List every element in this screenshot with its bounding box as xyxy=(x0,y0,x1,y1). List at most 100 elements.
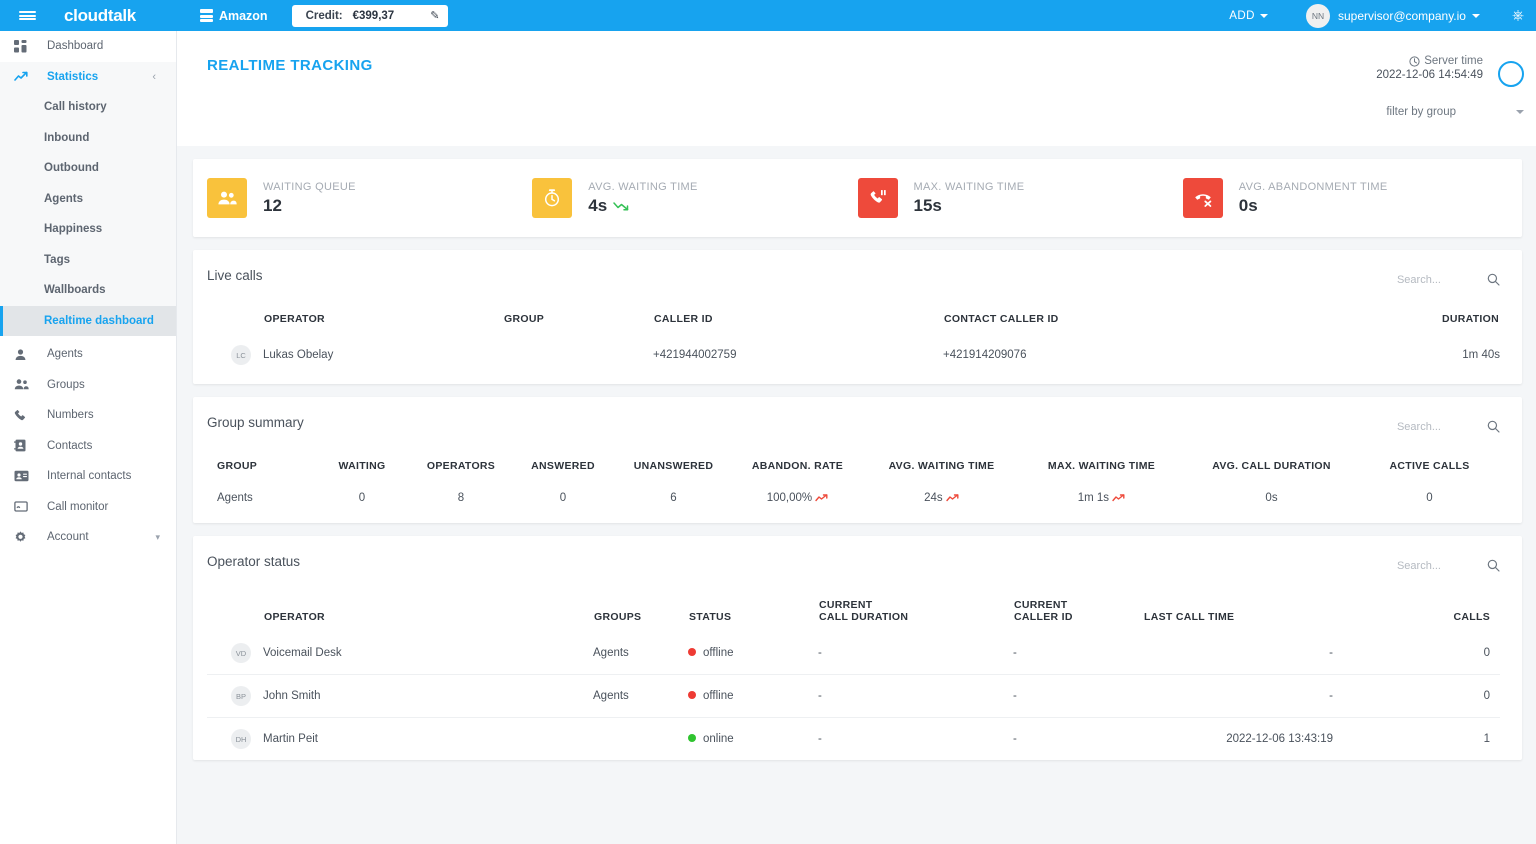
pencil-icon[interactable]: ✎ xyxy=(430,9,439,22)
sidebar: Dashboard Statistics ‹ Call history Inbo… xyxy=(0,31,177,844)
kpi-label: MAX. WAITING TIME xyxy=(914,181,1025,193)
table-row[interactable]: VD Voicemail Desk Agents offline - - - 0 xyxy=(207,632,1500,675)
column-header-waiting: WAITING xyxy=(312,459,412,481)
brand-logo[interactable]: cloudtalk xyxy=(64,6,136,26)
group-summary-header: Group summary Search... xyxy=(193,397,1522,433)
cell-current-caller-id: - xyxy=(1013,632,1143,675)
sidebar-item-outbound[interactable]: Outbound xyxy=(0,153,176,184)
search-input[interactable]: Search... xyxy=(1397,274,1441,286)
sidebar-item-internal-contacts[interactable]: Internal contacts xyxy=(0,461,176,492)
table-header-row: OPERATOR GROUP CALLER ID CONTACT CALLER … xyxy=(207,312,1500,334)
kpi-avg-abandonment-time: AVG. ABANDONMENT TIME 0s xyxy=(1183,178,1508,218)
search-input[interactable]: Search... xyxy=(1397,421,1441,433)
live-calls-card: Live calls Search... OPERATOR GROUP CA xyxy=(193,250,1522,384)
cell-current-call-duration: - xyxy=(818,718,1013,761)
person-icon xyxy=(14,348,34,361)
sidebar-item-realtime-dashboard[interactable]: Realtime dashboard xyxy=(0,306,176,337)
search-input[interactable]: Search... xyxy=(1397,560,1441,572)
avatar-cell: VD xyxy=(207,632,263,675)
sidebar-item-account[interactable]: Account ▾ xyxy=(0,522,176,553)
sidebar-item-call-monitor[interactable]: Call monitor xyxy=(0,492,176,523)
status-badge: offline xyxy=(703,647,733,659)
sidebar-item-label: Internal contacts xyxy=(47,470,131,482)
avatar: DH xyxy=(231,729,251,749)
avatar-cell: LC xyxy=(207,334,263,376)
kpi-avg-waiting-time: AVG. WAITING TIME 4s xyxy=(532,178,857,218)
trend-up-icon xyxy=(815,492,828,504)
statistics-submenu: Call history Inbound Outbound Agents Hap… xyxy=(0,92,176,336)
sidebar-item-dashboard[interactable]: Dashboard xyxy=(0,31,176,62)
cell-last-call-time: 2022-12-06 13:43:19 xyxy=(1143,718,1403,761)
people-icon xyxy=(207,178,247,218)
sidebar-item-groups[interactable]: Groups xyxy=(0,370,176,401)
column-header-answered: ANSWERED xyxy=(510,459,616,481)
sidebar-item-inbound[interactable]: Inbound xyxy=(0,123,176,154)
operator-status-search[interactable]: Search... xyxy=(1397,554,1500,572)
sidebar-item-label: Account xyxy=(47,531,89,543)
sidebar-item-numbers[interactable]: Numbers xyxy=(0,400,176,431)
sidebar-item-statistics-agents[interactable]: Agents xyxy=(0,184,176,215)
sidebar-subitem-label: Outbound xyxy=(44,162,99,174)
user-email[interactable]: supervisor@company.io xyxy=(1338,9,1466,23)
table-row[interactable]: DH Martin Peit online - - 2022-12-06 13:… xyxy=(207,718,1500,761)
account-switcher[interactable]: Amazon xyxy=(200,9,268,23)
cell-groups: Agents xyxy=(593,675,688,718)
sidebar-subitem-label: Wallboards xyxy=(44,284,106,296)
kpi-label: WAITING QUEUE xyxy=(263,181,356,193)
kpi-value: 4s xyxy=(588,196,607,216)
credit-chip[interactable]: Credit: €399,37 ✎ xyxy=(292,5,449,27)
table-row[interactable]: Agents 0 8 0 6 100,00% xyxy=(207,481,1500,515)
sidebar-item-contacts[interactable]: Contacts xyxy=(0,431,176,462)
cell-operator: Voicemail Desk xyxy=(263,632,593,675)
column-header-avg-waiting-time: AVG. WAITING TIME xyxy=(864,459,1019,481)
table-row[interactable]: BP John Smith Agents offline - - - 0 xyxy=(207,675,1500,718)
operator-status-table-wrap: OPERATOR GROUPS STATUS CURRENT CALL DURA… xyxy=(193,572,1522,760)
search-icon[interactable] xyxy=(1487,273,1500,286)
status-dot-icon xyxy=(688,648,696,656)
search-icon[interactable] xyxy=(1487,559,1500,572)
hamburger-icon[interactable] xyxy=(0,0,54,31)
add-button[interactable]: ADD xyxy=(1229,10,1268,22)
user-menu-chevron-icon[interactable] xyxy=(1472,14,1480,18)
clock-icon xyxy=(1409,56,1420,67)
column-header-active-calls: ACTIVE CALLS xyxy=(1359,459,1500,481)
monitor-icon xyxy=(14,501,34,513)
chevron-left-icon[interactable]: ‹ xyxy=(152,71,156,83)
group-summary-search[interactable]: Search... xyxy=(1397,415,1500,433)
sidebar-item-label: Agents xyxy=(47,348,83,360)
cell-operator: Martin Peit xyxy=(263,718,593,761)
chevron-down-icon[interactable]: ▾ xyxy=(155,532,160,543)
column-header-group: GROUP xyxy=(207,459,312,481)
sidebar-item-tags[interactable]: Tags xyxy=(0,245,176,276)
sidebar-item-label: Call monitor xyxy=(47,501,108,513)
column-header-groups: GROUPS xyxy=(593,598,688,632)
kpi-max-waiting-time: MAX. WAITING TIME 15s xyxy=(858,178,1183,218)
sidebar-subitem-label: Call history xyxy=(44,101,107,113)
power-icon[interactable]: ⎈ xyxy=(1512,8,1524,23)
avatar-cell: BP xyxy=(207,675,263,718)
avatar[interactable]: NN xyxy=(1306,4,1330,28)
table-row[interactable]: LC Lukas Obelay +421944002759 +421914209… xyxy=(207,334,1500,376)
column-header-current-call-duration: CURRENT CALL DURATION xyxy=(818,598,1013,632)
sidebar-item-wallboards[interactable]: Wallboards xyxy=(0,275,176,306)
table-header-row: GROUP WAITING OPERATORS ANSWERED UNANSWE… xyxy=(207,459,1500,481)
sidebar-item-statistics[interactable]: Statistics ‹ xyxy=(0,62,176,93)
operator-status-table: OPERATOR GROUPS STATUS CURRENT CALL DURA… xyxy=(207,598,1500,760)
cell-last-call-time: - xyxy=(1143,675,1403,718)
live-calls-search[interactable]: Search... xyxy=(1397,268,1500,286)
live-calls-table-wrap: OPERATOR GROUP CALLER ID CONTACT CALLER … xyxy=(193,286,1522,384)
filter-by-group-select[interactable]: filter by group xyxy=(1386,106,1524,118)
sidebar-item-agents[interactable]: Agents xyxy=(0,339,176,370)
abandon-rate-value: 100,00% xyxy=(767,492,812,504)
server-time-block: Server time 2022-12-06 14:54:49 xyxy=(1376,55,1483,81)
credit-label: Credit: xyxy=(306,10,343,22)
column-header-operator: OPERATOR xyxy=(263,598,593,632)
sidebar-item-happiness[interactable]: Happiness xyxy=(0,214,176,245)
sidebar-subitem-label: Happiness xyxy=(44,223,102,235)
phone-icon xyxy=(14,409,34,422)
cell-groups xyxy=(593,718,688,761)
cell-operators: 8 xyxy=(412,481,510,515)
sidebar-item-call-history[interactable]: Call history xyxy=(0,92,176,123)
search-icon[interactable] xyxy=(1487,420,1500,433)
cell-groups: Agents xyxy=(593,632,688,675)
